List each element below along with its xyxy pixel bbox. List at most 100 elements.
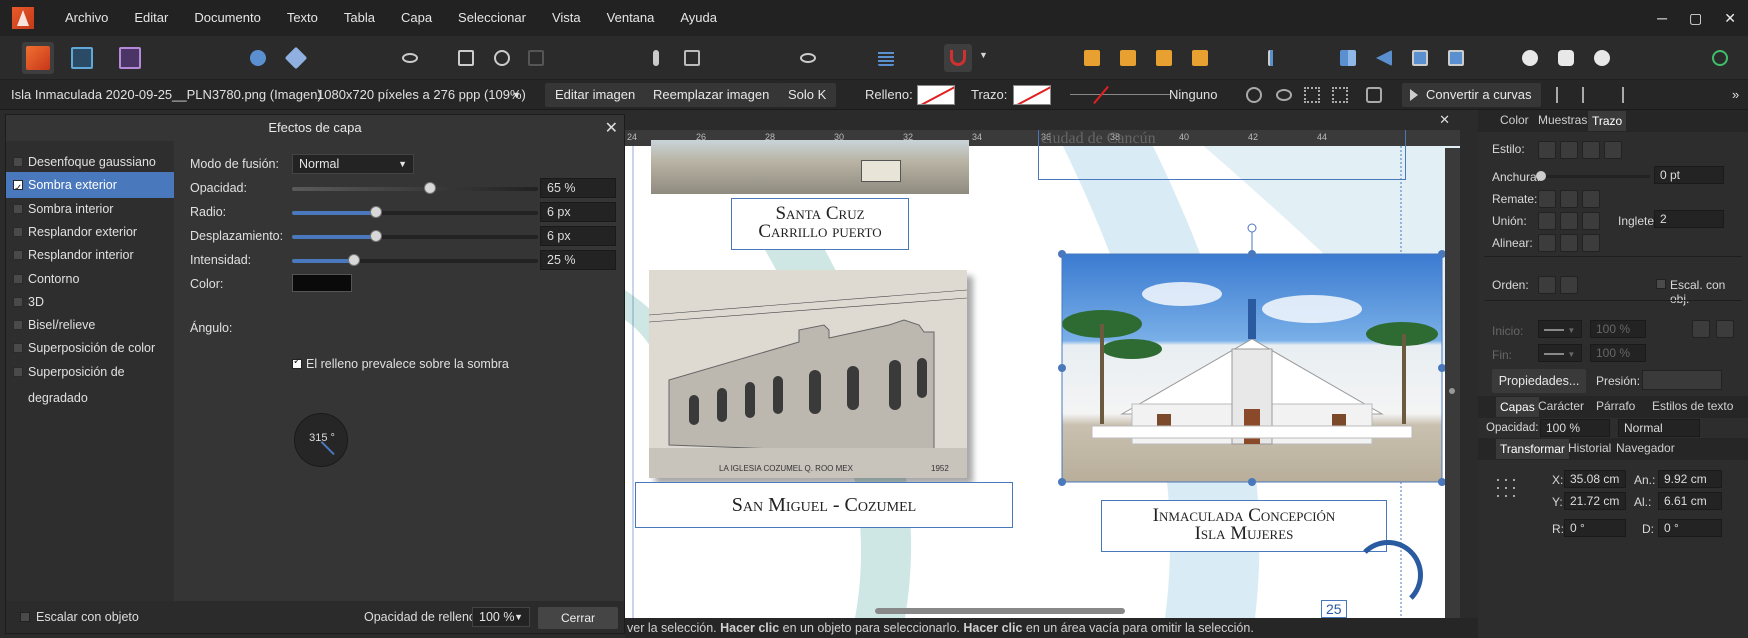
snapping-dropdown[interactable]: ▼ <box>976 44 990 72</box>
intensity-slider-knob[interactable] <box>347 254 360 266</box>
insert-frame-button[interactable] <box>1442 44 1470 72</box>
effect-item[interactable]: Superposición de color <box>6 335 174 361</box>
arrange-backward-button[interactable] <box>1114 44 1142 72</box>
tab-character[interactable]: Carácter <box>1538 399 1584 413</box>
order-behind-icon[interactable] <box>1538 276 1556 294</box>
preview-mode-button[interactable] <box>396 44 424 72</box>
align-center-stroke-icon[interactable] <box>1560 234 1578 252</box>
menu-documento[interactable]: Documento <box>181 0 273 36</box>
effect-item[interactable]: Resplandor interior <box>6 242 174 268</box>
align-inside-icon[interactable] <box>1538 234 1556 252</box>
insert-table-button[interactable] <box>1406 44 1434 72</box>
designer-persona-button[interactable] <box>114 42 146 74</box>
more-options-button[interactable]: » <box>1732 87 1739 102</box>
menu-texto[interactable]: Texto <box>274 0 331 36</box>
preview-button[interactable] <box>794 44 822 72</box>
menu-vista[interactable]: Vista <box>539 0 594 36</box>
radius-slider-knob[interactable] <box>369 206 382 218</box>
shadow-color-swatch[interactable] <box>292 274 352 292</box>
align-button[interactable] <box>1262 44 1290 72</box>
caption-inmaculada[interactable]: Inmaculada Concepción Isla Mujeres <box>1101 500 1387 552</box>
close-dialog-icon[interactable]: ✕ <box>605 118 618 138</box>
close-canvas-icon[interactable]: ✕ <box>1439 112 1450 128</box>
width-slider[interactable] <box>1536 171 1650 181</box>
opacity-slider-knob[interactable] <box>423 182 436 194</box>
offset-slider-knob[interactable] <box>369 230 382 242</box>
align-left-icon[interactable] <box>1556 87 1572 103</box>
publisher-persona-button[interactable] <box>22 42 54 74</box>
tab-stroke[interactable]: Trazo <box>1588 111 1627 131</box>
tab-history[interactable]: Historial <box>1568 441 1611 455</box>
assets-button[interactable] <box>282 44 310 72</box>
start-scale-dropdown[interactable]: 100 % <box>1590 320 1646 338</box>
menu-capa[interactable]: Capa <box>388 0 445 36</box>
horizontal-scroll-thumb[interactable] <box>875 608 1125 614</box>
effect-item[interactable]: Superposición de degradado <box>6 359 174 405</box>
minimize-button[interactable]: ─ <box>1657 10 1667 26</box>
convert-to-curves-button[interactable]: Convertir a curvas <box>1402 83 1542 107</box>
scale-with-object-checkbox[interactable] <box>20 612 30 622</box>
join-bevel-icon[interactable] <box>1582 212 1600 230</box>
boolean-add-button[interactable] <box>1516 44 1544 72</box>
offset-field[interactable]: 6 px <box>540 226 616 246</box>
rotate-left-button[interactable] <box>1370 44 1398 72</box>
photo-persona-button[interactable] <box>66 42 98 74</box>
join-miter-icon[interactable] <box>1538 212 1556 230</box>
chevron-down-icon[interactable]: ▼ <box>512 90 521 100</box>
caption-san-miguel[interactable]: San Miguel - Cozumel <box>635 482 1013 528</box>
menu-ventana[interactable]: Ventana <box>594 0 668 36</box>
width-field[interactable]: 9.92 cm <box>1658 470 1722 488</box>
order-front-icon[interactable] <box>1560 276 1578 294</box>
tab-swatches[interactable]: Muestras <box>1538 113 1587 127</box>
vertical-scrollbar[interactable] <box>1445 148 1460 618</box>
effect-checkbox[interactable] <box>13 320 23 331</box>
transform-origin-icon[interactable] <box>1304 87 1320 103</box>
flip-horizontal-button[interactable] <box>1334 44 1362 72</box>
snap-pin-button[interactable] <box>642 44 670 72</box>
layer-blend-dropdown[interactable]: Normal <box>1618 419 1700 437</box>
start-arrowhead-dropdown[interactable]: ▼ <box>1538 320 1582 338</box>
no-stroke-icon[interactable] <box>1538 141 1556 159</box>
effect-item[interactable]: Bisel/relieve <box>6 312 174 338</box>
pressure-graph[interactable] <box>1642 370 1722 390</box>
menu-archivo[interactable]: Archivo <box>52 0 121 36</box>
menu-ayuda[interactable]: Ayuda <box>667 0 730 36</box>
close-window-button[interactable]: ✕ <box>1724 10 1736 27</box>
effect-item[interactable]: Sombra interior <box>6 196 174 222</box>
view-mode-normal-button[interactable] <box>452 44 480 72</box>
tab-layers[interactable]: Capas <box>1496 397 1539 417</box>
effect-item[interactable]: Sombra exterior <box>6 172 174 202</box>
snap-icon[interactable] <box>1332 87 1348 103</box>
swap-arrowheads-icon[interactable] <box>1692 320 1710 338</box>
opacity-slider[interactable] <box>292 182 538 194</box>
effect-checkbox[interactable] <box>13 296 23 307</box>
crop-icon[interactable] <box>1366 87 1382 103</box>
effect-checkbox[interactable] <box>13 203 23 214</box>
end-arrowhead-dropdown[interactable]: ▼ <box>1538 344 1582 362</box>
cap-butt-icon[interactable] <box>1538 190 1556 208</box>
baseline-grid-button[interactable] <box>872 44 900 72</box>
rotation-field[interactable]: 0 ° <box>1564 519 1626 537</box>
boolean-intersect-button[interactable] <box>1588 44 1616 72</box>
top-text-frame[interactable]: ciudad de Cancún <box>1038 130 1406 180</box>
effect-checkbox[interactable] <box>13 273 23 284</box>
eye-icon[interactable] <box>1276 89 1292 101</box>
intensity-slider[interactable] <box>292 254 538 266</box>
intensity-field[interactable]: 25 % <box>540 250 616 270</box>
properties-button[interactable]: Propiedades... <box>1492 369 1586 393</box>
replace-image-button[interactable]: Reemplazar imagen <box>643 83 780 107</box>
miter-field[interactable]: 2 <box>1654 210 1724 228</box>
menu-tabla[interactable]: Tabla <box>331 0 388 36</box>
text-wrap-button[interactable] <box>678 44 706 72</box>
brush-icon[interactable] <box>1604 141 1622 159</box>
layer-opacity-dropdown[interactable]: 100 % <box>1540 419 1610 437</box>
effect-item[interactable]: Desenfoque gaussiano <box>6 149 174 175</box>
effect-checkbox[interactable] <box>13 343 23 354</box>
effect-item[interactable]: 3D <box>6 289 174 315</box>
solid-line-icon[interactable] <box>1560 141 1578 159</box>
effect-checkbox[interactable] <box>13 157 23 167</box>
effect-checkbox[interactable] <box>13 366 23 377</box>
align-outside-icon[interactable] <box>1582 234 1600 252</box>
tab-text-styles[interactable]: Estilos de texto <box>1652 399 1733 413</box>
edit-image-button[interactable]: Editar imagen <box>545 83 646 107</box>
